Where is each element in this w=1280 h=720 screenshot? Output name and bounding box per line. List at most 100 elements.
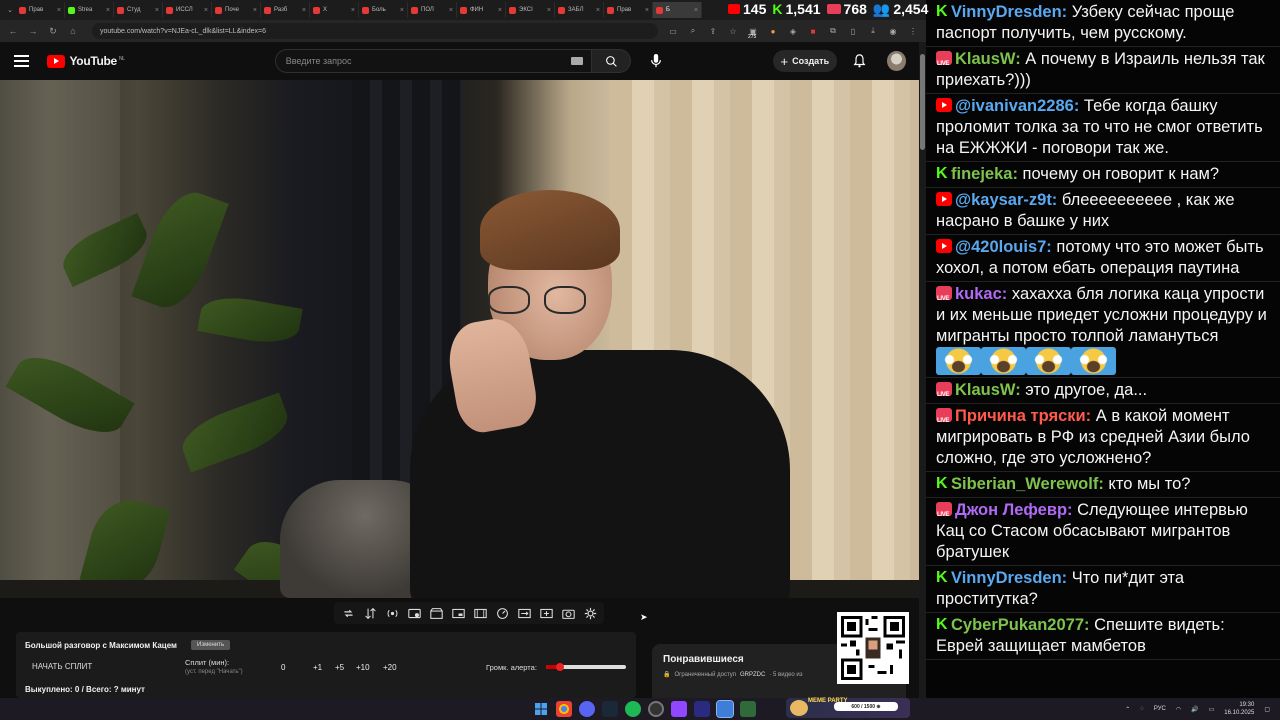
browser-tab[interactable]: Б × (653, 2, 702, 18)
profile-icon[interactable]: ◉ (888, 26, 898, 36)
alert-volume-slider[interactable] (546, 663, 626, 671)
battery-icon[interactable]: ▭ (1209, 706, 1215, 713)
app-icon[interactable] (694, 701, 710, 717)
network-icon[interactable]: ◌ (1140, 706, 1144, 712)
install-app-icon[interactable]: ▭ (668, 26, 678, 36)
speed-icon[interactable] (494, 605, 510, 621)
browser-tab[interactable]: ПОЛ × (408, 2, 457, 18)
settings-gear-icon[interactable] (582, 605, 598, 621)
browser-tab[interactable]: ИССЛ × (163, 2, 212, 18)
camera-icon[interactable] (560, 605, 576, 621)
twitch-icon[interactable] (671, 701, 687, 717)
create-button[interactable]: + Создать (772, 50, 838, 72)
clapperboard-icon[interactable] (428, 605, 444, 621)
extensions-puzzle-icon[interactable]: ⧉ (828, 26, 838, 36)
browser-tab[interactable]: Студ × (114, 2, 163, 18)
windows-start-icon[interactable] (533, 701, 549, 717)
chrome-icon[interactable] (556, 701, 572, 717)
split-edit-button[interactable]: Изменить (191, 640, 231, 650)
close-tab-icon[interactable]: × (498, 7, 502, 14)
add-20-button[interactable]: +20 (383, 663, 397, 672)
audio-icon[interactable] (384, 605, 400, 621)
close-tab-icon[interactable]: × (155, 7, 159, 14)
expand-icon[interactable] (516, 605, 532, 621)
wifi-icon[interactable]: ◠ (1176, 706, 1181, 713)
browser-tab[interactable]: Прав × (604, 2, 653, 18)
browser-tab[interactable]: ЗАБЛ × (555, 2, 604, 18)
close-tab-icon[interactable]: × (547, 7, 551, 14)
browser-tab[interactable]: Х × (310, 2, 359, 18)
pip-icon[interactable] (450, 605, 466, 621)
keyboard-icon[interactable] (571, 57, 584, 65)
scrollbar-thumb[interactable] (920, 54, 925, 150)
steam-icon[interactable] (602, 701, 618, 717)
zoom-icon[interactable]: ⌕ (688, 26, 698, 36)
close-tab-icon[interactable]: × (351, 7, 355, 14)
browser-tab[interactable]: Прав × (16, 2, 65, 18)
menu-icon[interactable] (14, 55, 30, 67)
chevron-up-icon[interactable]: ⌃ (1125, 706, 1130, 713)
add-10-button[interactable]: +10 (356, 663, 370, 672)
meme-party-widget[interactable]: MEME PARTY 600 / 1500 ⊕ (786, 698, 910, 718)
cinema-mode-icon[interactable] (406, 605, 422, 621)
close-tab-icon[interactable]: × (449, 7, 453, 14)
account-avatar[interactable] (886, 51, 906, 71)
clock[interactable]: 19:30 16.10.2025 (1224, 701, 1254, 717)
tab-search-icon[interactable]: ⌄ (4, 4, 16, 16)
spotify-icon[interactable] (625, 701, 641, 717)
reload-icon[interactable]: ↻ (48, 26, 58, 37)
page-scrollbar[interactable] (919, 42, 926, 698)
browser-tab[interactable]: Поче × (212, 2, 261, 18)
search-input[interactable]: Введите запрос (274, 49, 593, 73)
alert-volume-knob[interactable] (556, 663, 565, 671)
address-bar[interactable]: youtube.com/watch?v=NJEa-cL_dlk&list=LL&… (92, 23, 658, 39)
back-icon[interactable]: ← (8, 26, 18, 36)
bookmark-icon[interactable]: ☆ (728, 26, 738, 36)
browser-menu-icon[interactable]: ⋮ (908, 26, 918, 36)
close-tab-icon[interactable]: × (204, 7, 208, 14)
browser-tab[interactable]: ФИН × (457, 2, 506, 18)
notifications-button[interactable] (853, 54, 867, 68)
search-button[interactable] (592, 49, 632, 73)
extension-shield-icon[interactable]: ◈ (788, 26, 798, 36)
volume-icon[interactable]: 🔊 (1191, 706, 1198, 713)
add-1-button[interactable]: +1 (313, 663, 322, 672)
sidebar-icon[interactable]: ▯ (848, 26, 858, 36)
close-tab-icon[interactable]: × (57, 7, 61, 14)
video-player[interactable] (0, 80, 919, 598)
sort-icon[interactable] (362, 605, 378, 621)
close-tab-icon[interactable]: × (253, 7, 257, 14)
discord-icon[interactable] (579, 701, 595, 717)
film-icon[interactable] (472, 605, 488, 621)
voice-search-button[interactable] (645, 50, 666, 72)
close-tab-icon[interactable]: × (106, 7, 110, 14)
browser-tab[interactable]: ЭКСІ × (506, 2, 555, 18)
add-screenshot-icon[interactable] (538, 605, 554, 621)
input-language[interactable]: РУС (1154, 706, 1166, 712)
app-icon[interactable] (740, 701, 756, 717)
browser-tab[interactable]: Боль × (359, 2, 408, 18)
active-app-icon[interactable] (716, 700, 734, 718)
lock-icon: 🔒 (663, 672, 671, 678)
close-tab-icon[interactable]: × (400, 7, 404, 14)
home-icon[interactable]: ⌂ (68, 26, 78, 36)
extension-red-icon[interactable]: ■ (808, 26, 818, 36)
browser-tab[interactable]: Strea × (65, 2, 114, 18)
start-split-button[interactable]: НАЧАТЬ СПЛИТ (32, 662, 92, 671)
close-tab-icon[interactable]: × (596, 7, 600, 14)
extension-icon[interactable]: ▣ 275 (748, 26, 758, 41)
notification-icon[interactable]: ▢ (1264, 706, 1270, 713)
browser-tab[interactable]: Разб × (261, 2, 310, 18)
close-tab-icon[interactable]: × (302, 7, 306, 14)
loop-icon[interactable] (340, 605, 356, 621)
youtube-logo[interactable]: YouTube NL (47, 54, 125, 68)
extension-orange-icon[interactable]: ● (768, 26, 778, 36)
download-icon[interactable]: ⤓ (868, 26, 878, 36)
forward-icon[interactable]: → (28, 26, 38, 36)
close-tab-icon[interactable]: × (694, 7, 698, 14)
add-5-button[interactable]: +5 (335, 663, 344, 672)
close-tab-icon[interactable]: × (645, 7, 649, 14)
obs-icon[interactable] (648, 701, 664, 717)
share-icon[interactable]: ⇪ (708, 26, 718, 36)
playlist-owner[interactable]: GRPZDC (740, 672, 765, 678)
